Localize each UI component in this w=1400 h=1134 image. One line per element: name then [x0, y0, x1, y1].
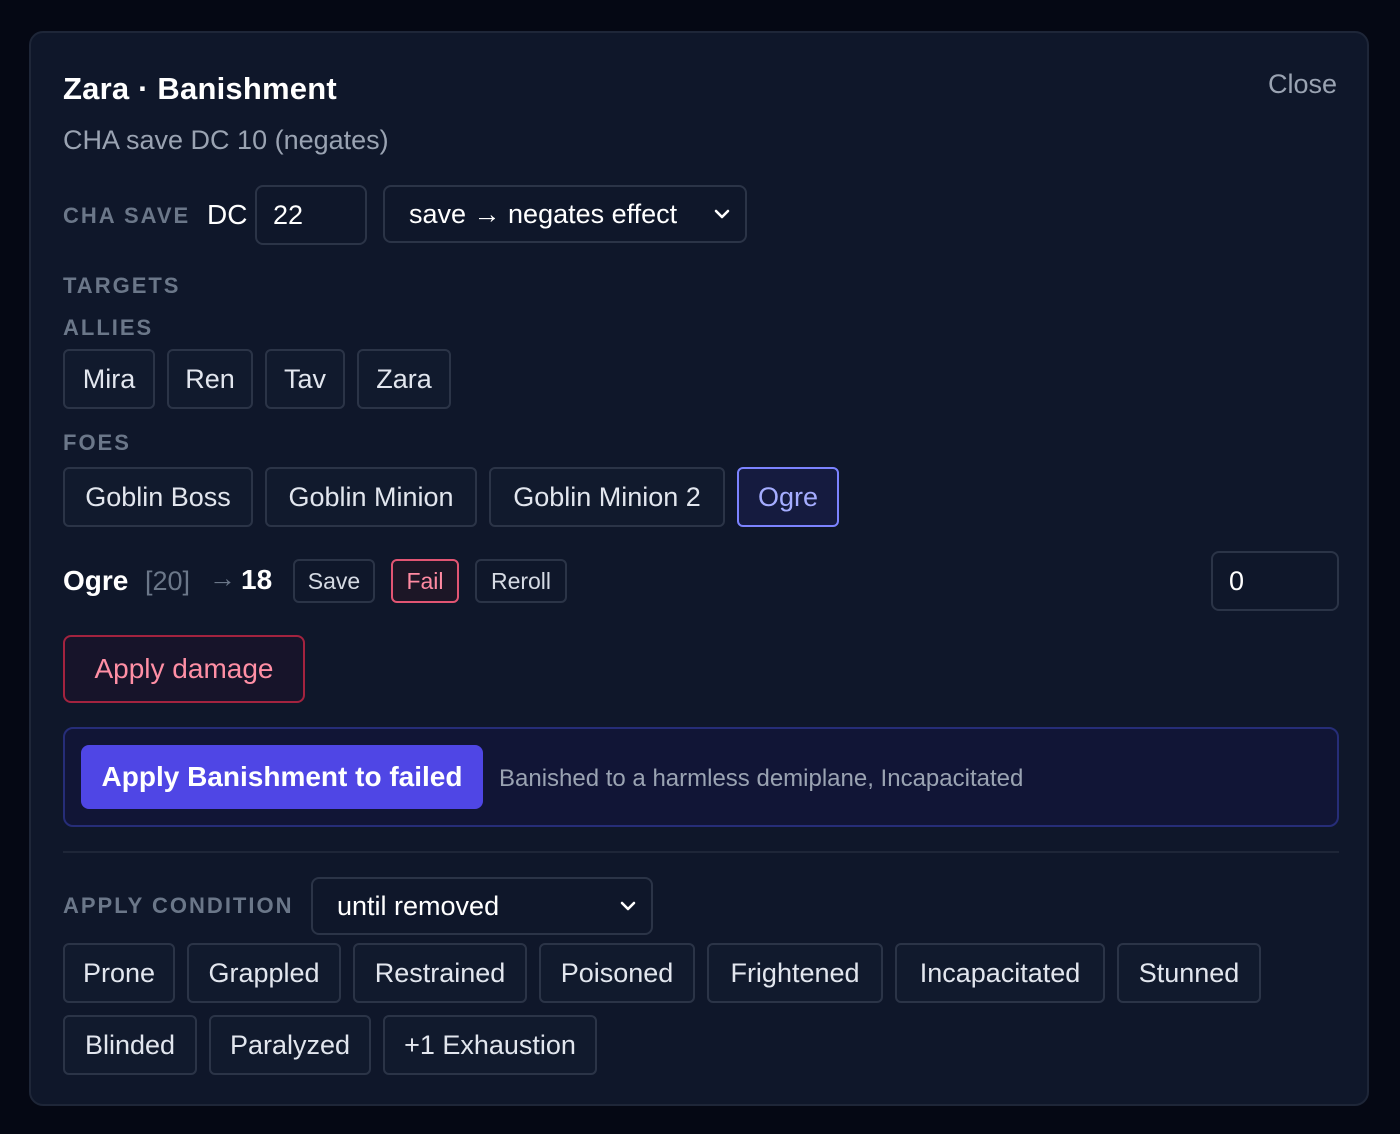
- dc-input[interactable]: 22: [255, 185, 367, 245]
- close-button[interactable]: Close: [1268, 69, 1337, 100]
- target-chip-mira[interactable]: Mira: [63, 349, 155, 409]
- apply-condition-label: APPLY CONDITION: [63, 893, 294, 918]
- target-chip-ren[interactable]: Ren: [167, 349, 253, 409]
- damage-input[interactable]: 0: [1211, 551, 1339, 611]
- target-chip-goblin-boss[interactable]: Goblin Boss: [63, 467, 253, 527]
- target-chip-goblin-minion[interactable]: Goblin Minion: [265, 467, 477, 527]
- target-chip-ogre[interactable]: Ogre: [737, 467, 839, 527]
- dc-label: DC: [207, 199, 248, 230]
- save-mode-select[interactable]: save → negates effect: [383, 185, 747, 243]
- condition-chip-poisoned[interactable]: Poisoned: [539, 943, 695, 1003]
- fail-result-button[interactable]: Fail: [391, 559, 459, 603]
- condition-chip-grappled[interactable]: Grappled: [187, 943, 341, 1003]
- arrow-icon: →: [209, 563, 236, 593]
- chevron-down-icon: [714, 209, 730, 219]
- chevron-down-icon: [620, 901, 636, 911]
- condition-chip-stunned[interactable]: Stunned: [1117, 943, 1261, 1003]
- target-chip-zara[interactable]: Zara: [357, 349, 451, 409]
- condition-duration-select[interactable]: until removed: [311, 877, 653, 935]
- damage-value: 0: [1229, 565, 1245, 596]
- condition-chip-blinded[interactable]: Blinded: [63, 1015, 197, 1075]
- target-chip-goblin-minion-2[interactable]: Goblin Minion 2: [489, 467, 725, 527]
- apply-banishment-button[interactable]: Apply Banishment to failed: [81, 745, 483, 809]
- condition-chip-restrained[interactable]: Restrained: [353, 943, 527, 1003]
- roll-target-name: Ogre: [63, 565, 129, 596]
- allies-label: ALLIES: [63, 315, 154, 340]
- apply-effect-panel: Apply Banishment to failed Banished to a…: [63, 727, 1339, 827]
- condition-chip-incapacitated[interactable]: Incapacitated: [895, 943, 1105, 1003]
- effect-description: Banished to a harmless demiplane, Incapa…: [499, 765, 1024, 792]
- save-result-button[interactable]: Save: [293, 559, 375, 603]
- target-chip-tav[interactable]: Tav: [265, 349, 345, 409]
- condition-chip-exhaustion[interactable]: +1 Exhaustion: [383, 1015, 597, 1075]
- save-ability-label: CHA SAVE: [63, 203, 191, 228]
- spell-subtitle: CHA save DC 10 (negates): [63, 125, 389, 155]
- targets-heading: TARGETS: [63, 273, 181, 298]
- dialog-title: Zara · Banishment: [63, 71, 337, 106]
- reroll-button[interactable]: Reroll: [475, 559, 567, 603]
- dc-value: 22: [273, 199, 304, 230]
- save-mode-value: save → negates effect: [409, 198, 678, 229]
- condition-chip-frightened[interactable]: Frightened: [707, 943, 883, 1003]
- condition-duration-value: until removed: [337, 890, 500, 921]
- section-divider: [63, 851, 1339, 853]
- condition-chip-prone[interactable]: Prone: [63, 943, 175, 1003]
- condition-chip-paralyzed[interactable]: Paralyzed: [209, 1015, 371, 1075]
- apply-damage-button[interactable]: Apply damage: [63, 635, 305, 703]
- banishment-dialog: Zara · Banishment Close CHA save DC 10 (…: [29, 31, 1369, 1106]
- foes-label: FOES: [63, 430, 131, 455]
- raw-roll: [20]: [145, 566, 191, 596]
- roll-total: 18: [241, 564, 273, 595]
